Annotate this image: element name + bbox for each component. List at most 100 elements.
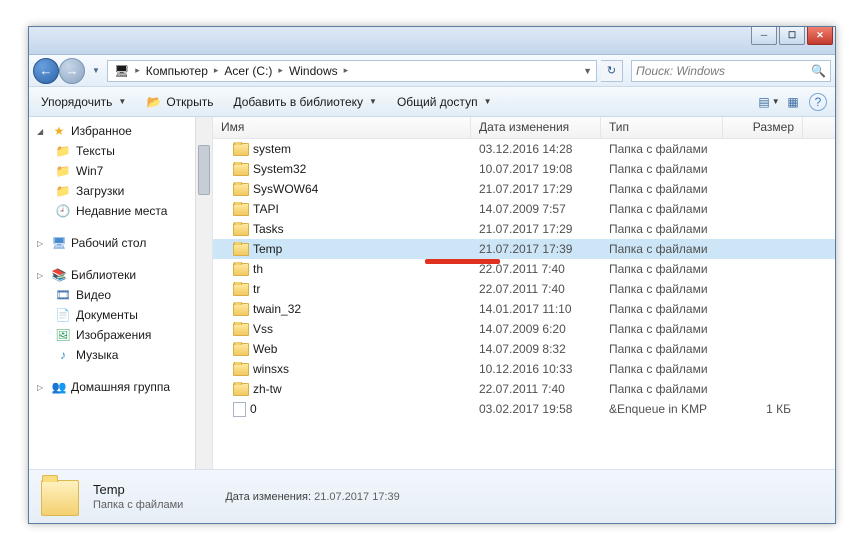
column-type[interactable]: Тип [601,117,723,138]
folder-icon [233,243,249,256]
command-bar: Упорядочить ▼ 📂 Открыть Добавить в библи… [29,87,835,117]
window-controls: ─ ☐ ✕ [749,27,833,45]
sidebar-header-homegroup[interactable]: ▷ 👥 Домашняя группа [37,377,212,397]
crumb-root-icon[interactable]: 🖥 [110,61,133,81]
file-type: &Enqueue in KMP [601,402,723,416]
view-options-button[interactable]: ▤▼ [761,94,777,110]
history-dropdown[interactable]: ▼ [89,60,103,82]
file-row[interactable]: system03.12.2016 14:28Папка с файлами [213,139,835,159]
back-button[interactable]: ← [33,58,59,84]
sidebar-item-images[interactable]: 🖼Изображения [37,325,212,345]
address-dropdown[interactable]: ▼ [581,66,594,76]
crumb-folder[interactable]: Windows [285,61,342,81]
folder-icon [233,343,249,356]
view-icon: ▤ [758,95,769,109]
arrow-right-icon: → [66,63,79,78]
sidebar-item-texts[interactable]: 📁Тексты [37,141,212,161]
preview-pane-button[interactable]: ▦ [785,94,801,110]
sidebar-item-recent[interactable]: 🕘Недавние места [37,201,212,221]
file-type: Папка с файлами [601,182,723,196]
file-name: Web [253,342,277,356]
refresh-button[interactable]: ↻ [601,60,623,82]
file-name: Tasks [253,222,284,236]
file-row[interactable]: 003.02.2017 19:58&Enqueue in KMP1 КБ [213,399,835,419]
organize-button[interactable]: Упорядочить ▼ [37,93,130,111]
close-button[interactable]: ✕ [807,27,833,45]
address-bar[interactable]: 🖥 ▸ Компьютер ▸ Acer (C:) ▸ Windows ▸ ▼ [107,60,597,82]
crumb-drive[interactable]: Acer (C:) [220,61,276,81]
file-name: th [253,262,263,276]
file-date: 21.07.2017 17:29 [471,182,601,196]
file-name: SysWOW64 [253,182,318,196]
file-row[interactable]: Web14.07.2009 8:32Папка с файлами [213,339,835,359]
file-name: zh-tw [253,382,282,396]
file-row[interactable]: Tasks21.07.2017 17:29Папка с файлами [213,219,835,239]
chevron-down-icon: ▼ [369,97,377,106]
forward-button[interactable]: → [59,58,85,84]
crumb-sep-icon[interactable]: ▸ [212,65,221,76]
titlebar[interactable]: ─ ☐ ✕ [29,27,835,55]
explorer-window: ─ ☐ ✕ ← → ▼ 🖥 ▸ Компьютер ▸ Acer (C:) ▸ … [28,26,836,524]
desktop-label: Рабочий стол [71,236,146,250]
file-date: 14.07.2009 6:20 [471,322,601,336]
star-icon: ★ [51,123,67,139]
folder-icon [233,163,249,176]
navigation-bar: ← → ▼ 🖥 ▸ Компьютер ▸ Acer (C:) ▸ Window… [29,55,835,87]
chevron-down-icon: ▼ [484,97,492,106]
file-row[interactable]: twain_3214.01.2017 11:10Папка с файлами [213,299,835,319]
sidebar-item-documents[interactable]: 📄Документы [37,305,212,325]
file-date: 21.07.2017 17:39 [471,242,601,256]
column-size[interactable]: Размер [723,117,803,138]
add-to-library-button[interactable]: Добавить в библиотеку ▼ [229,93,380,111]
sidebar-item-win7[interactable]: 📁Win7 [37,161,212,181]
file-row[interactable]: tr22.07.2011 7:40Папка с файлами [213,279,835,299]
chevron-down-icon: ▼ [772,97,780,106]
crumb-sep-icon[interactable]: ▸ [342,65,351,76]
sidebar-item-downloads[interactable]: 📁Загрузки [37,181,212,201]
help-button[interactable]: ? [809,93,827,111]
crumb-computer[interactable]: Компьютер [142,61,212,81]
file-date: 10.12.2016 10:33 [471,362,601,376]
details-type: Папка с файлами [93,499,183,511]
file-name: winsxs [253,362,289,376]
file-row[interactable]: Temp21.07.2017 17:39Папка с файлами [213,239,835,259]
sidebar-item-video[interactable]: 🎞Видео [37,285,212,305]
maximize-button[interactable]: ☐ [779,27,805,45]
file-date: 14.07.2009 7:57 [471,202,601,216]
sidebar-item-music[interactable]: ♪Музыка [37,345,212,365]
video-icon: 🎞 [55,287,71,303]
file-row[interactable]: th22.07.2011 7:40Папка с файлами [213,259,835,279]
favorites-label: Избранное [71,124,132,138]
recent-icon: 🕘 [55,203,71,219]
column-date[interactable]: Дата изменения [471,117,601,138]
minimize-button[interactable]: ─ [751,27,777,45]
open-button[interactable]: 📂 Открыть [142,92,217,112]
file-type: Папка с файлами [601,142,723,156]
share-button[interactable]: Общий доступ ▼ [393,93,496,111]
toolbar-right: ▤▼ ▦ ? [761,93,827,111]
folder-icon [233,183,249,196]
sidebar-scrollbar[interactable] [195,117,212,469]
crumb-sep-icon[interactable]: ▸ [133,65,142,76]
file-row[interactable]: TAPI14.07.2009 7:57Папка с файлами [213,199,835,219]
homegroup-icon: 👥 [51,379,67,395]
file-row[interactable]: zh-tw22.07.2011 7:40Папка с файлами [213,379,835,399]
file-row[interactable]: SysWOW64 21.07.2017 17:29Папка с файлами [213,179,835,199]
scrollbar-thumb[interactable] [198,145,210,195]
sidebar-header-desktop[interactable]: ▷ 🖥 Рабочий стол [37,233,212,253]
sidebar-header-favorites[interactable]: ◢ ★ Избранное [37,121,212,141]
file-row[interactable]: Vss14.07.2009 6:20Папка с файлами [213,319,835,339]
details-meta: Дата изменения: 21.07.2017 17:39 [225,491,399,503]
crumb-sep-icon[interactable]: ▸ [276,65,285,76]
open-label: Открыть [166,95,213,109]
details-name: Temp [93,482,183,497]
file-rows: system03.12.2016 14:28Папка с файламиSys… [213,139,835,419]
sidebar-header-libraries[interactable]: ▷ 📚 Библиотеки [37,265,212,285]
file-type: Папка с файлами [601,362,723,376]
sidebar-group-favorites: ◢ ★ Избранное 📁Тексты 📁Win7 📁Загрузки 🕘Н… [29,117,212,229]
search-input[interactable]: Поиск: Windows 🔍 [631,60,831,82]
file-row[interactable]: winsxs 10.12.2016 10:33Папка с файлами [213,359,835,379]
file-row[interactable]: System3210.07.2017 19:08Папка с файлами [213,159,835,179]
column-name[interactable]: Имя [213,117,471,138]
file-type: Папка с файлами [601,242,723,256]
